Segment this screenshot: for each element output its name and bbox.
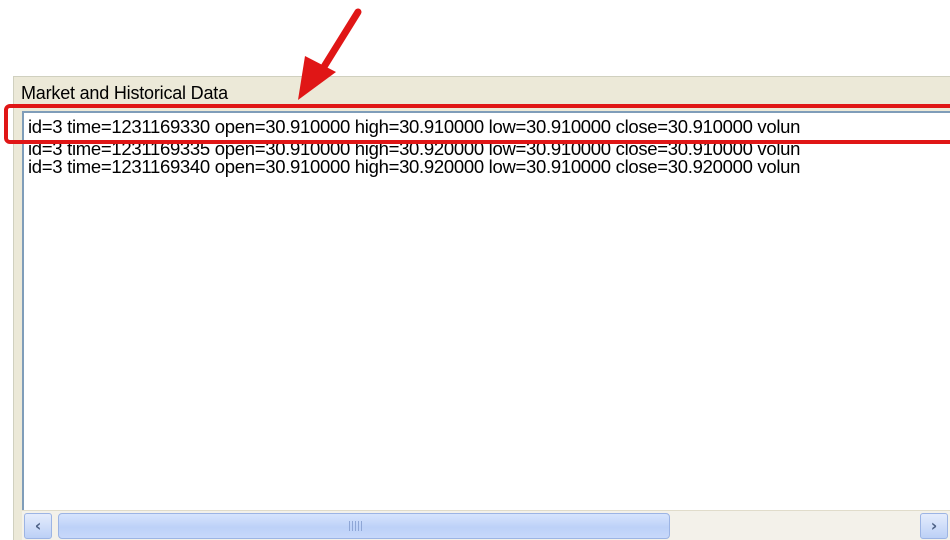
list-item[interactable]: id=3 time=1231169330 open=30.910000 high… (28, 116, 800, 138)
scrollbar-grip-icon (349, 521, 363, 531)
horizontal-scrollbar[interactable]: ‹ › (22, 510, 950, 540)
group-title: Market and Historical Data (21, 83, 228, 103)
list-rows: id=3 time=1231169330 open=30.910000 high… (28, 116, 800, 178)
list-item[interactable]: id=3 time=1231169340 open=30.910000 high… (28, 156, 800, 178)
screenshot-stage: Market and Historical Data id=3 time=123… (0, 0, 950, 540)
scroll-left-button[interactable]: ‹ (24, 513, 52, 539)
scroll-right-button[interactable]: › (920, 513, 948, 539)
market-data-list[interactable]: id=3 time=1231169330 open=30.910000 high… (22, 111, 950, 540)
chevron-left-icon: ‹ (34, 516, 42, 535)
scrollbar-thumb[interactable] (58, 513, 670, 539)
chevron-right-icon: › (930, 516, 938, 535)
